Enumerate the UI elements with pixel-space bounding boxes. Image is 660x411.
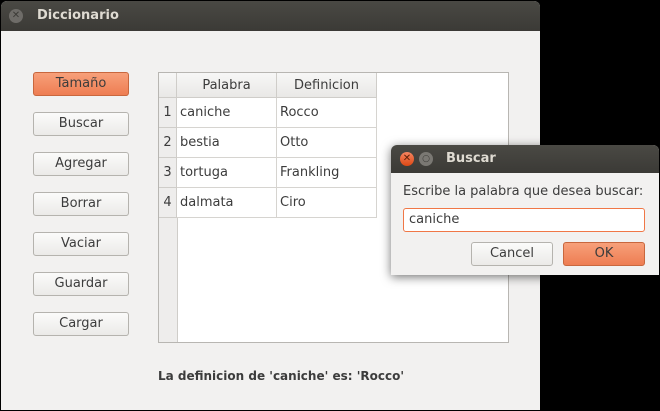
cargar-button[interactable]: Cargar [33,312,129,336]
dialog-title: Buscar [446,151,496,166]
table-cell-definition[interactable]: Frankling [277,158,377,188]
row-header[interactable]: 1 [159,98,177,128]
search-prompt: Escribe la palabra que desea buscar: [403,184,644,199]
corner-cell[interactable] [159,73,177,98]
row-header[interactable]: 4 [159,188,177,218]
close-icon[interactable]: ✕ [9,9,23,23]
table-cell-word[interactable]: tortuga [177,158,277,188]
search-dialog: ✕ ○ Buscar Escribe la palabra que desea … [391,145,659,275]
ok-button[interactable]: OK [563,242,645,266]
table-cell-word[interactable]: bestia [177,128,277,158]
buscar-button[interactable]: Buscar [33,112,129,136]
table-cell-word[interactable]: dalmata [177,188,277,218]
column-header-palabra[interactable]: Palabra [177,73,277,98]
status-label: La definicion de 'caniche' es: 'Rocco' [157,369,405,383]
dialog-title-bar: ✕ ○ Buscar [391,145,659,173]
guardar-button[interactable]: Guardar [33,272,129,296]
borrar-button[interactable]: Borrar [33,192,129,216]
row-header[interactable]: 2 [159,128,177,158]
table-cell-definition[interactable]: Rocco [277,98,377,128]
cancel-label: Cancel [489,246,535,261]
ok-label: OK [594,246,614,261]
table-cell-word[interactable]: caniche [177,98,277,128]
row-header[interactable]: 3 [159,158,177,188]
search-input[interactable]: caniche [403,208,645,232]
column-header-definicion[interactable]: Definicion [277,73,377,98]
close-icon[interactable]: ✕ [400,152,414,166]
cancel-button[interactable]: Cancel [471,242,553,266]
agregar-button[interactable]: Agregar [33,152,129,176]
table-cell-definition[interactable]: Otto [277,128,377,158]
tamano-button[interactable]: Tamaño [33,72,129,96]
table-cell-definition[interactable]: Ciro [277,188,377,218]
vaciar-button[interactable]: Vaciar [33,232,129,256]
window-title: Diccionario [37,8,119,23]
minimize-icon[interactable]: ○ [419,152,433,166]
title-bar: ✕ Diccionario [1,1,540,31]
